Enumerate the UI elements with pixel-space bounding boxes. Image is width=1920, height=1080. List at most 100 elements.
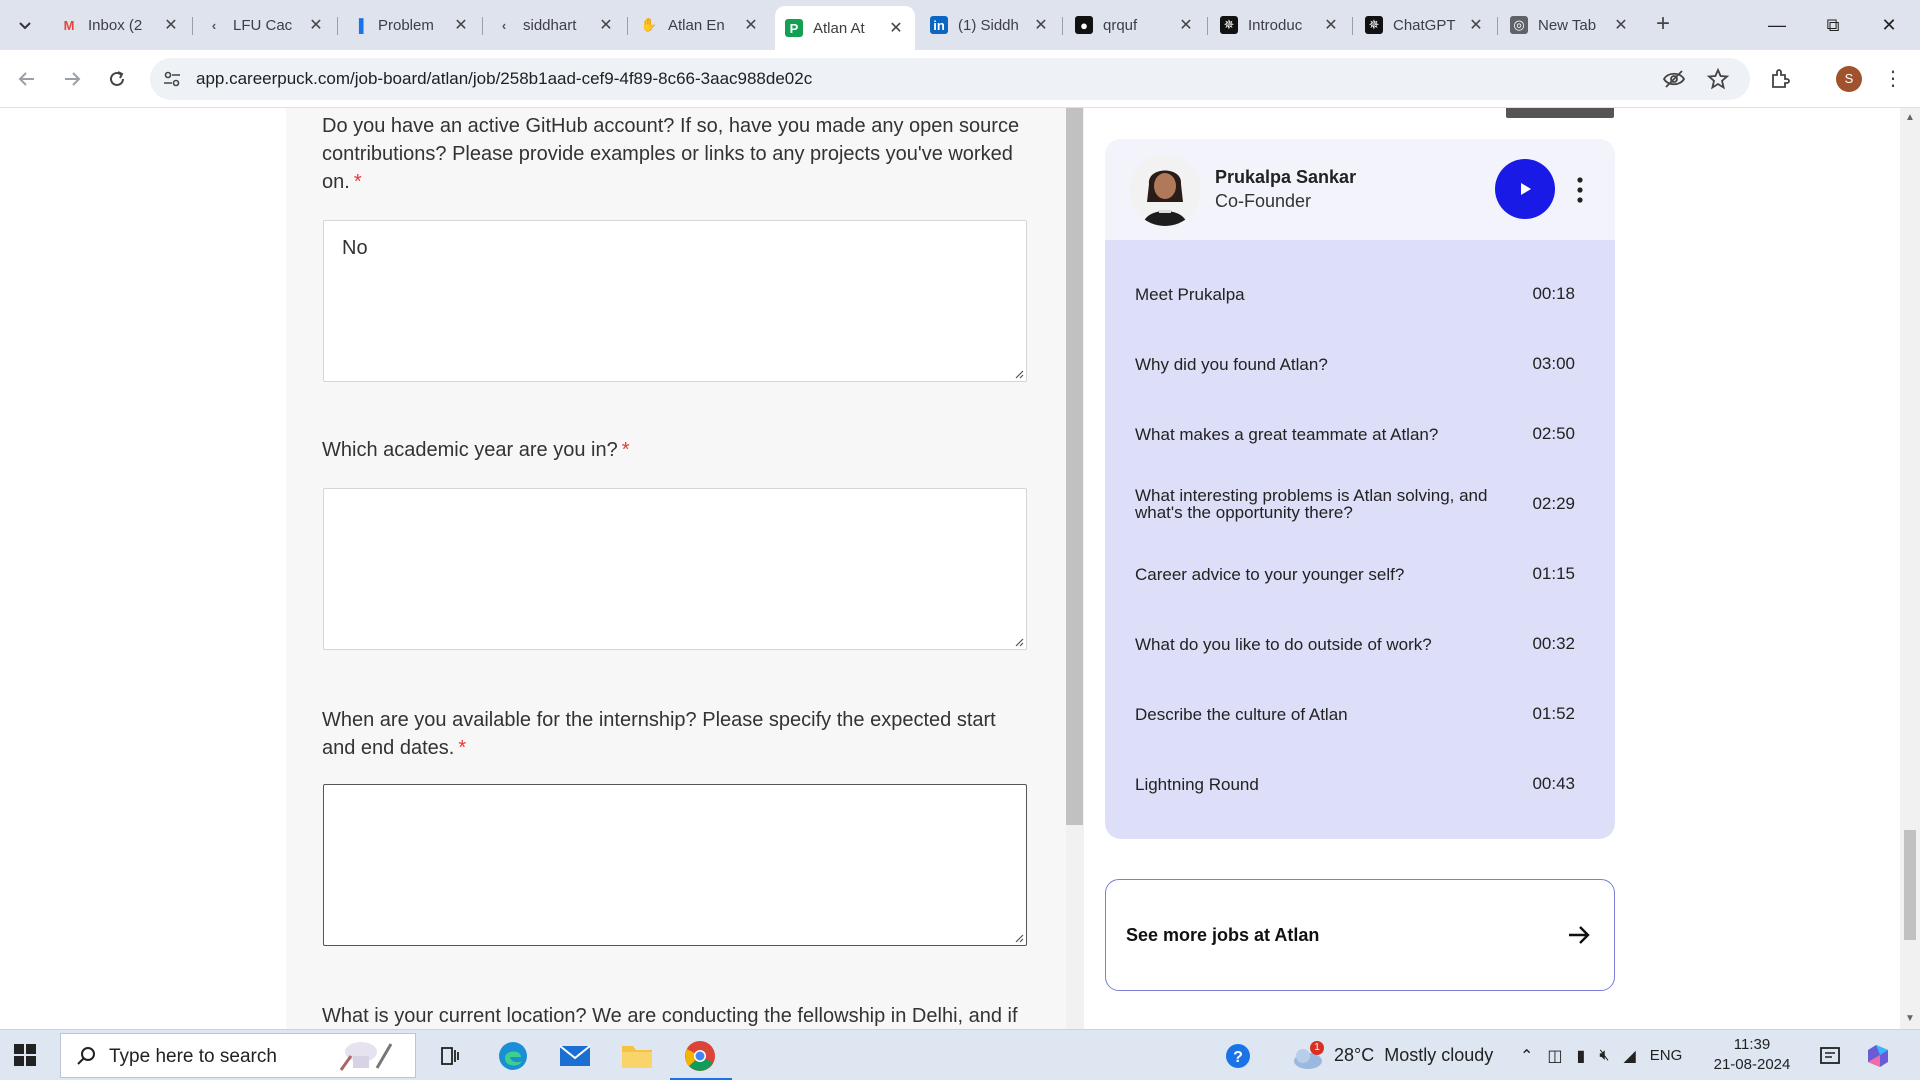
speaker-name: Prukalpa Sankar — [1215, 167, 1357, 187]
browser-tab[interactable]: ✋ Atlan En ✕ — [630, 8, 770, 42]
close-tab-icon[interactable]: ✕ — [597, 15, 615, 35]
question-text: Do you have an active GitHub account? If… — [322, 115, 1020, 193]
wifi-icon[interactable]: ◢ — [1623, 1046, 1635, 1066]
left-gutter — [0, 108, 286, 1029]
meet-now-icon[interactable]: ◫ — [1547, 1046, 1562, 1066]
volume-muted-icon[interactable]: 🔇︎ — [1599, 1047, 1609, 1065]
form-scroll-thumb[interactable] — [1066, 108, 1083, 825]
close-tab-icon[interactable]: ✕ — [1322, 15, 1340, 35]
windows-start-icon[interactable] — [12, 1042, 38, 1068]
close-tab-icon[interactable]: ✕ — [887, 18, 905, 38]
language-indicator[interactable]: ENG — [1650, 1047, 1683, 1064]
close-tab-icon[interactable]: ✕ — [1612, 15, 1630, 35]
close-tab-icon[interactable]: ✕ — [1467, 15, 1485, 35]
file-explorer-icon[interactable] — [617, 1036, 657, 1076]
gmail-icon: M — [63, 17, 75, 33]
close-tab-icon[interactable]: ✕ — [1177, 15, 1195, 35]
svg-text:?: ? — [1233, 1049, 1243, 1066]
browser-tab[interactable]: M Inbox (2 ✕ — [50, 8, 190, 42]
site-settings-icon[interactable] — [162, 69, 182, 89]
extensions-icon[interactable] — [1768, 67, 1792, 91]
close-tab-icon[interactable]: ✕ — [307, 15, 325, 35]
browser-tab[interactable]: ✵ ChatGPT ✕ — [1355, 8, 1495, 42]
chapter-title: What makes a great teammate at Atlan? — [1135, 424, 1439, 444]
browser-menu-icon[interactable]: ⋮ — [1880, 66, 1906, 92]
more-options-icon[interactable] — [1575, 175, 1585, 205]
browser-tab[interactable]: P Atlan At ✕ — [775, 6, 915, 50]
eye-off-icon[interactable] — [1662, 67, 1686, 91]
back-button[interactable] — [10, 62, 44, 96]
chevron-down-icon — [19, 22, 31, 30]
battery-icon[interactable]: ▮ — [1577, 1046, 1586, 1066]
github-answer-value: No — [342, 237, 368, 259]
restore-button[interactable]: ⧉ — [1810, 10, 1856, 40]
mail-icon[interactable] — [555, 1036, 595, 1076]
bookmark-star-icon[interactable] — [1706, 67, 1730, 91]
availability-textarea[interactable] — [323, 784, 1027, 946]
browser-tab[interactable]: ● qrquf ✕ — [1065, 8, 1205, 42]
video-chapter[interactable]: Lightning Round 00:43 — [1135, 759, 1575, 809]
chef-hat-icon — [339, 1042, 393, 1071]
video-chapter[interactable]: What interesting problems is Atlan solvi… — [1135, 479, 1575, 529]
video-chapter[interactable]: Describe the culture of Atlan 01:52 — [1135, 689, 1575, 739]
tab-separator — [627, 17, 628, 35]
tab-search-button[interactable] — [12, 12, 38, 38]
profile-avatar[interactable]: S — [1836, 66, 1862, 92]
openai-icon: ✵ — [1220, 16, 1238, 34]
minimize-button[interactable]: — — [1754, 10, 1800, 40]
chapter-duration: 01:15 — [1532, 564, 1575, 583]
see-more-jobs-button[interactable]: See more jobs at Atlan — [1105, 879, 1615, 991]
careerpuck-icon: P — [785, 19, 803, 37]
resize-grip-icon[interactable] — [1014, 933, 1024, 943]
browser-tab[interactable]: ▐ Problem ✕ — [340, 8, 480, 42]
resize-grip-icon[interactable] — [1014, 637, 1024, 647]
scroll-down-arrow-icon[interactable]: ▼ — [1904, 1013, 1916, 1025]
browser-toolbar: app.careerpuck.com/job-board/atlan/job/2… — [0, 50, 1920, 108]
task-view-icon[interactable] — [430, 1036, 470, 1076]
tab-label: ChatGPT — [1393, 16, 1456, 34]
browser-tab[interactable]: ✵ Introduc ✕ — [1210, 8, 1350, 42]
chapter-title: Why did you found Atlan? — [1135, 354, 1328, 374]
browser-tab[interactable]: ◎ New Tab ✕ — [1500, 8, 1640, 42]
video-chapter[interactable]: What do you like to do outside of work? 0… — [1135, 619, 1575, 669]
edge-icon[interactable] — [493, 1036, 533, 1076]
video-chapter[interactable]: Career advice to your younger self? 01:15 — [1135, 549, 1575, 599]
notifications-icon[interactable] — [1810, 1036, 1850, 1076]
close-tab-icon[interactable]: ✕ — [162, 15, 180, 35]
leetcode-icon: ‹ — [211, 17, 217, 33]
close-tab-icon[interactable]: ✕ — [742, 15, 760, 35]
chart-icon: ▐ — [354, 17, 364, 33]
close-window-button[interactable]: ✕ — [1866, 10, 1912, 40]
copilot-icon[interactable] — [1858, 1036, 1898, 1076]
taskbar-search[interactable]: Type here to search — [60, 1033, 416, 1078]
show-hidden-icons-icon[interactable]: ⌃ — [1520, 1046, 1533, 1066]
play-button[interactable] — [1495, 159, 1555, 219]
help-icon[interactable]: ? — [1218, 1036, 1258, 1076]
clock[interactable]: 11:39 21-08-2024 — [1712, 1035, 1792, 1075]
scroll-up-arrow-icon[interactable]: ▲ — [1904, 112, 1916, 124]
see-more-jobs-label: See more jobs at Atlan — [1126, 925, 1320, 945]
close-tab-icon[interactable]: ✕ — [452, 15, 470, 35]
resize-grip-icon[interactable] — [1014, 369, 1024, 379]
address-bar[interactable]: app.careerpuck.com/job-board/atlan/job/2… — [150, 58, 1750, 100]
openai-icon: ✵ — [1365, 16, 1383, 34]
browser-tab[interactable]: ‹ siddhart ✕ — [485, 8, 625, 42]
chrome-taskbar-icon[interactable] — [680, 1036, 720, 1076]
chapter-duration: 03:00 — [1532, 354, 1575, 373]
video-chapter[interactable]: Meet Prukalpa 00:18 — [1135, 269, 1575, 319]
browser-tab[interactable]: in (1) Siddh ✕ — [920, 8, 1060, 42]
question-academic-year: Which academic year are you in? * — [322, 436, 1032, 464]
page-scroll-thumb[interactable] — [1904, 830, 1916, 940]
github-icon: ● — [1075, 16, 1093, 34]
reload-button[interactable] — [100, 62, 134, 96]
academic-year-textarea[interactable] — [323, 488, 1027, 650]
question-text: When are you available for the internshi… — [322, 709, 996, 759]
close-tab-icon[interactable]: ✕ — [1032, 15, 1050, 35]
weather-widget[interactable]: 1 28°C Mostly cloudy — [1290, 1030, 1493, 1080]
video-chapter[interactable]: Why did you found Atlan? 03:00 — [1135, 339, 1575, 389]
forward-button[interactable] — [55, 62, 89, 96]
github-answer-textarea[interactable]: No — [323, 220, 1027, 382]
video-chapter[interactable]: What makes a great teammate at Atlan? 02:… — [1135, 409, 1575, 459]
browser-tab[interactable]: ‹ LFU Cac ✕ — [195, 8, 335, 42]
new-tab-button[interactable]: + — [1650, 12, 1676, 38]
